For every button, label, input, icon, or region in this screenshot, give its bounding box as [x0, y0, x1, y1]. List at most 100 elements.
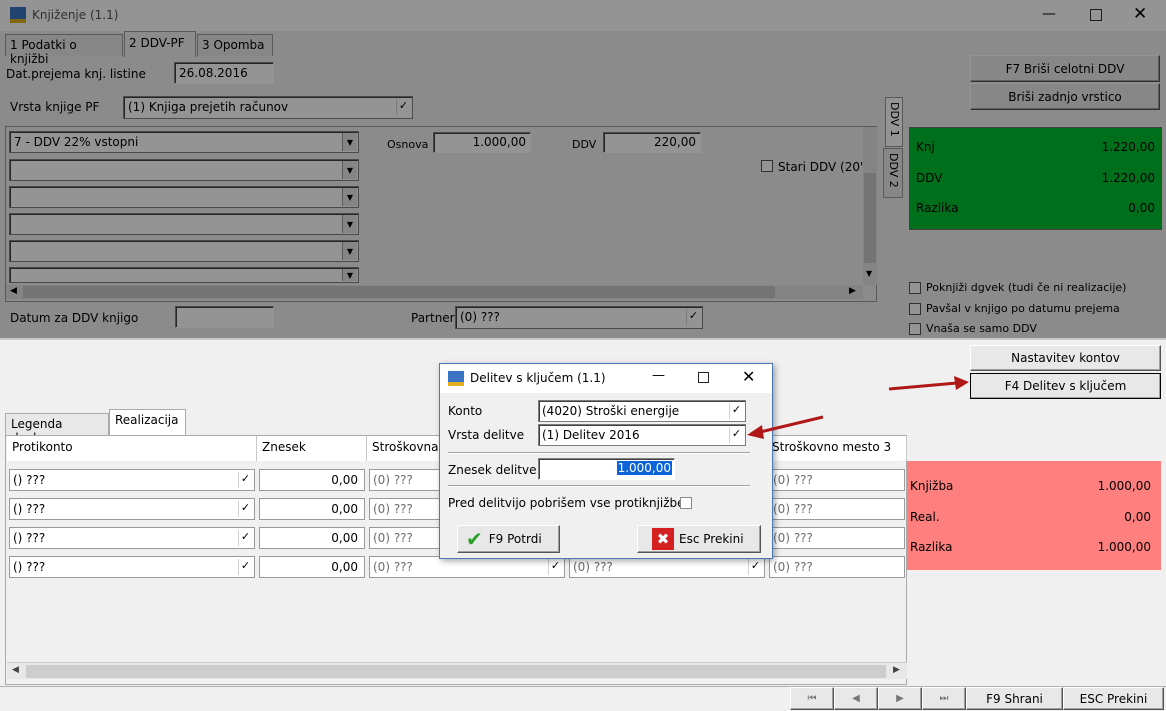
tab-realizacija[interactable]: Realizacija [109, 409, 186, 436]
znesek-cell[interactable]: 0,00 [259, 527, 365, 549]
stroskovno-mesto-1-cell[interactable]: (0) ??? ✓ [369, 556, 565, 578]
chevron-down-icon[interactable]: ▼ [342, 269, 357, 281]
chevron-down-icon[interactable]: ▼ [342, 133, 357, 151]
f9-shrani-button[interactable]: F9 Shrani [966, 687, 1063, 710]
maximize-icon[interactable] [1090, 9, 1102, 21]
scroll-right-icon[interactable]: ▶ [849, 286, 856, 296]
chevron-down-icon[interactable]: ▼ [342, 242, 357, 260]
tab-ddv-pf[interactable]: 2 DDV-PF [124, 31, 196, 57]
minimize-icon[interactable]: — [1042, 6, 1056, 22]
f7-brisi-ddv-button[interactable]: F7 Briši celotni DDV [970, 55, 1160, 82]
scroll-thumb[interactable] [26, 665, 886, 678]
stroskovno-mesto-3-cell[interactable]: (0) ??? [769, 556, 905, 578]
stroskovno-mesto-3-cell[interactable]: (0) ??? [769, 527, 905, 549]
lower-separator [0, 338, 1166, 340]
protikonto-cell[interactable]: () ??? ✓ [9, 469, 255, 491]
esc-prekini-button[interactable]: ESC Prekini [1063, 687, 1164, 710]
edit-check-icon[interactable]: ✓ [396, 99, 410, 115]
scroll-left-icon[interactable]: ◀ [12, 665, 19, 675]
dat-prejema-field[interactable]: 26.08.2016 [174, 62, 274, 84]
scroll-right-icon[interactable]: ▶ [893, 665, 900, 675]
summary-label: Knjižba [910, 479, 954, 493]
edit-check-icon[interactable]: ✓ [748, 559, 762, 575]
stari-ddv-checkbox[interactable] [761, 160, 773, 172]
side-tab-ddv2[interactable]: DDV 2 [883, 148, 903, 198]
chevron-down-icon[interactable]: ▼ [342, 215, 357, 233]
scroll-thumb[interactable] [864, 173, 876, 263]
stroskovno-mesto-3-cell[interactable]: (0) ??? [769, 498, 905, 520]
main-title: Knjiženje (1.1) [32, 8, 119, 22]
pavsal-checkbox[interactable] [909, 303, 921, 315]
znesek-cell[interactable]: 0,00 [259, 556, 365, 578]
edit-check-icon[interactable]: ✓ [729, 427, 743, 443]
edit-check-icon[interactable]: ✓ [729, 403, 743, 419]
stari-ddv-label: Stari DDV (20' [778, 160, 864, 174]
ddv-row-select[interactable]: ▼ [9, 213, 359, 235]
ddv-field[interactable]: 220,00 [603, 132, 701, 153]
protikonto-cell[interactable]: () ??? ✓ [9, 527, 255, 549]
poknjizi-checkbox[interactable] [909, 282, 921, 294]
datum-ddv-field[interactable] [175, 306, 274, 328]
nastavitev-kontov-button[interactable]: Nastavitev kontov [970, 345, 1161, 371]
tab-podatki[interactable]: 1 Podatki o knjižbi [5, 34, 123, 66]
side-tab-ddv1[interactable]: DDV 1 [885, 97, 903, 147]
esc-prekini-dialog-button[interactable]: ✖ Esc Prekini [637, 525, 761, 553]
f9-potrdi-button[interactable]: ✔ F9 Potrdi [457, 525, 560, 553]
vertical-scrollbar[interactable]: ▼ [863, 127, 877, 285]
chevron-down-icon[interactable]: ▼ [342, 161, 357, 179]
tab-legenda-davkov[interactable]: Legenda davkov [5, 413, 109, 445]
konto-select[interactable]: (4020) Stroški energije ✓ [538, 400, 746, 422]
maximize-icon[interactable] [698, 372, 709, 383]
stroskovno-mesto-2-cell[interactable]: (0) ??? ✓ [569, 556, 765, 578]
first-record-button[interactable]: ⏮ [790, 687, 834, 710]
realizacija-summary-panel: Knjižba 1.000,00 Real. 0,00 Razlika 1.00… [907, 461, 1161, 570]
pobrisem-checkbox[interactable] [680, 497, 692, 509]
edit-check-icon[interactable]: ✓ [238, 501, 252, 517]
col-header-znesek[interactable]: Znesek [257, 436, 367, 461]
brisi-zadnjo-vrstico-button[interactable]: Briši zadnjo vrstico [970, 83, 1160, 110]
scroll-thumb[interactable] [23, 286, 775, 298]
next-record-button[interactable]: ▶ [878, 687, 922, 710]
znesek-cell[interactable]: 0,00 [259, 469, 365, 491]
prev-record-button[interactable]: ◀ [834, 687, 878, 710]
vrsta-delitve-select[interactable]: (1) Delitev 2016 ✓ [538, 424, 746, 446]
summary-label: Razlika [916, 201, 959, 215]
znesek-cell[interactable]: 0,00 [259, 498, 365, 520]
cell-value: (0) ??? [373, 502, 413, 516]
edit-check-icon[interactable]: ✓ [238, 530, 252, 546]
pobrisem-label: Pred delitvijo pobrišem vse protiknjižbe [448, 496, 685, 510]
last-record-button[interactable]: ⏭ [922, 687, 966, 710]
protikonto-cell[interactable]: () ??? ✓ [9, 556, 255, 578]
protikonto-cell[interactable]: () ??? ✓ [9, 498, 255, 520]
scroll-left-icon[interactable]: ◀ [10, 286, 17, 296]
partner-select[interactable]: (0) ??? ✓ [455, 306, 703, 329]
col-header-protikonto[interactable]: Protikonto [7, 436, 257, 461]
chevron-down-icon[interactable]: ▼ [342, 188, 357, 206]
close-icon[interactable]: ✕ [1133, 4, 1147, 24]
ddv-row-select[interactable]: ▼ [9, 186, 359, 208]
samo-ddv-checkbox[interactable] [909, 323, 921, 335]
horizontal-scrollbar[interactable]: ◀ ▶ [6, 285, 863, 299]
edit-check-icon[interactable]: ✓ [686, 309, 700, 325]
edit-check-icon[interactable]: ✓ [238, 472, 252, 488]
close-icon[interactable]: ✕ [742, 367, 755, 386]
osnova-field[interactable]: 1.000,00 [433, 132, 531, 153]
ddv-row-select[interactable]: 7 - DDV 22% vstopni ▼ [9, 131, 359, 153]
table-hscrollbar[interactable]: ◀ ▶ [7, 662, 907, 679]
scroll-down-icon[interactable]: ▼ [866, 269, 872, 278]
edit-check-icon[interactable]: ✓ [238, 559, 252, 575]
annotation-arrow [888, 376, 969, 391]
ddv-row-select[interactable]: ▼ [9, 159, 359, 181]
edit-check-icon[interactable]: ✓ [548, 559, 562, 575]
f4-delitev-button[interactable]: F4 Delitev s ključem [970, 373, 1161, 399]
tab-opomba[interactable]: 3 Opomba [197, 34, 273, 56]
tab-label: 3 Opomba [202, 38, 265, 52]
ddv-row-select[interactable]: ▼ [9, 240, 359, 262]
pavsal-label: Pavšal v knjigo po datumu prejema [926, 302, 1120, 315]
znesek-delitve-field[interactable]: 1.000,00 [538, 458, 675, 480]
minimize-icon[interactable]: — [652, 368, 665, 383]
vrsta-knjige-select[interactable]: (1) Knjiga prejetih računov ✓ [123, 96, 413, 119]
stroskovno-mesto-3-cell[interactable]: (0) ??? [769, 469, 905, 491]
ddv-row-select[interactable]: ▼ [9, 267, 359, 283]
vrsta-delitve-value: (1) Delitev 2016 [542, 428, 640, 442]
